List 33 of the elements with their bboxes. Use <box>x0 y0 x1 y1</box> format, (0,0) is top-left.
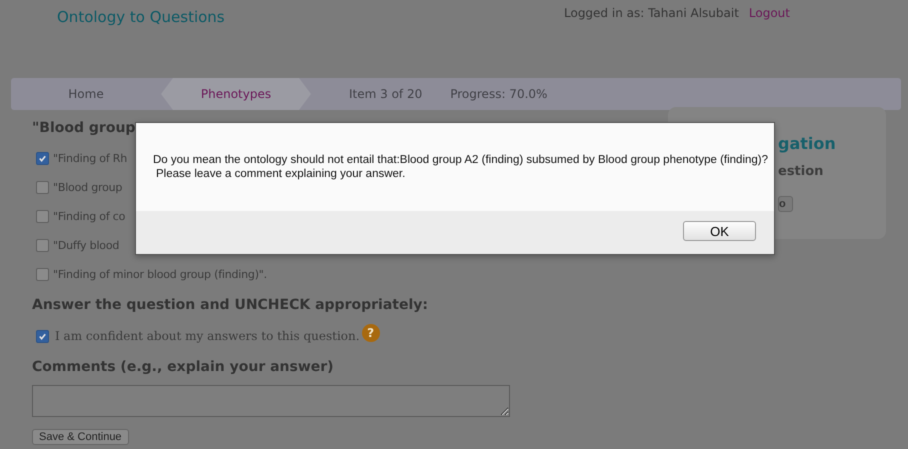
option-label: "Finding of minor blood group (finding)". <box>53 268 267 281</box>
status-text: Item 3 of 20 <box>349 87 422 101</box>
panel-subtitle: estion <box>778 164 824 181</box>
option-label: "Finding of Rh <box>53 152 128 165</box>
dialog-message: Please leave a comment explaining your answer. <box>155 167 406 181</box>
save-button[interactable]: Save & Continue <box>32 429 129 445</box>
checkmark-icon <box>38 154 47 163</box>
option-label: "Finding of co <box>53 210 126 223</box>
help-icon[interactable]: ? <box>362 324 380 342</box>
dialog-message: Do you mean the ontology should not entail that:Blood group A2 (finding) subsumed by Blood group phenotype (finding)? <box>153 153 770 167</box>
checkbox[interactable] <box>36 268 49 281</box>
logged-in-text: Logged in as: Tahani Alsubait <box>564 6 739 20</box>
panel-title: gation <box>778 134 837 155</box>
status-text: Progress: 70.0% <box>450 87 548 101</box>
confidence-label: I am confident about my answers to this question. <box>55 329 360 343</box>
option-label: "Blood group <box>53 181 122 194</box>
section-heading: Comments (e.g., explain your answer) <box>32 358 335 377</box>
comment-field[interactable] <box>32 385 510 417</box>
option-label: "Duffy blood <box>53 239 120 252</box>
ok-button[interactable]: OK <box>683 221 756 241</box>
site-title: Ontology to Questions <box>57 8 225 28</box>
checkbox[interactable] <box>36 152 49 165</box>
section-heading: Answer the question and UNCHECK appropriately: <box>32 296 429 315</box>
go-button[interactable]: o <box>778 196 793 212</box>
breadcrumb-tab[interactable]: Phenotypes <box>161 78 311 110</box>
checkbox[interactable] <box>36 239 49 252</box>
question-heading: "Blood group <box>32 119 136 138</box>
checkmark-icon <box>38 332 47 340</box>
breadcrumb-tab[interactable]: Home <box>11 78 161 110</box>
checkbox[interactable] <box>36 330 49 342</box>
logout-link[interactable]: Logout <box>748 6 790 20</box>
checkbox[interactable] <box>36 181 49 194</box>
checkbox[interactable] <box>36 210 49 223</box>
